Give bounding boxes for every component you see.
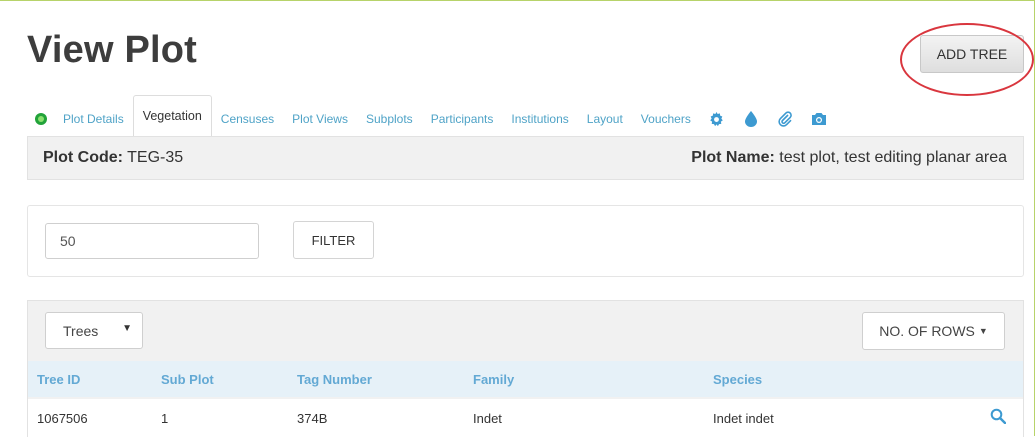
rows-per-page-button[interactable]: NO. OF ROWS ▼: [862, 312, 1005, 350]
tab-vegetation[interactable]: Vegetation: [132, 95, 212, 136]
search-icon[interactable]: [990, 408, 1006, 424]
status-indicator-icon: [28, 102, 54, 136]
column-header-species[interactable]: Species: [713, 361, 762, 397]
record-type-select-value: Trees: [63, 322, 99, 339]
plot-code: Plot Code: TEG-35: [43, 149, 183, 167]
plot-name-value: test plot, test editing planar area: [779, 149, 1007, 166]
camera-icon[interactable]: [802, 102, 836, 136]
cell-tag-number: 374B: [297, 410, 328, 426]
record-type-select[interactable]: Trees ▼: [45, 312, 143, 349]
cell-tree-id: 1067506: [37, 410, 88, 426]
plot-info-bar: Plot Code: TEG-35 Plot Name: test plot, …: [27, 136, 1024, 180]
plot-name: Plot Name: test plot, test editing plana…: [691, 149, 1007, 167]
trees-table-panel: Trees ▼ NO. OF ROWS ▼ Tree ID Sub Plot T…: [27, 300, 1024, 437]
tab-censuses[interactable]: Censuses: [212, 102, 283, 136]
page-title: View Plot: [27, 29, 198, 71]
tab-layout[interactable]: Layout: [578, 102, 632, 136]
filter-panel: 50 FILTER: [27, 205, 1024, 277]
tab-plot-details[interactable]: Plot Details: [54, 102, 133, 136]
caret-down-icon: ▼: [122, 323, 132, 334]
plot-tabs: Plot Details Vegetation Censuses Plot Vi…: [28, 95, 1024, 136]
paperclip-icon[interactable]: [768, 102, 802, 136]
tab-subplots[interactable]: Subplots: [357, 102, 422, 136]
tab-institutions[interactable]: Institutions: [502, 102, 577, 136]
cell-family: Indet: [473, 410, 502, 426]
caret-down-icon: ▼: [978, 326, 988, 336]
tab-plot-views[interactable]: Plot Views: [283, 102, 357, 136]
column-header-family[interactable]: Family: [473, 361, 514, 397]
filter-button[interactable]: FILTER: [293, 221, 374, 259]
filter-input[interactable]: 50: [45, 223, 259, 259]
cell-species: Indet indet: [713, 410, 774, 426]
plot-code-value: TEG-35: [127, 149, 184, 166]
column-header-tree-id[interactable]: Tree ID: [37, 361, 80, 397]
table-row[interactable]: 1067506 1 374B Indet Indet indet: [28, 399, 1023, 437]
add-tree-button[interactable]: ADD TREE: [920, 35, 1024, 73]
plot-code-label: Plot Code:: [43, 149, 123, 166]
cell-sub-plot: 1: [161, 410, 169, 426]
column-header-tag-number[interactable]: Tag Number: [297, 361, 372, 397]
tab-participants[interactable]: Participants: [422, 102, 503, 136]
rows-per-page-label: NO. OF ROWS: [879, 323, 975, 339]
water-drop-icon[interactable]: [734, 102, 768, 136]
tab-vouchers[interactable]: Vouchers: [632, 102, 700, 136]
plot-name-label: Plot Name:: [691, 149, 775, 166]
table-header: Tree ID Sub Plot Tag Number Family Speci…: [28, 361, 1023, 397]
gear-icon[interactable]: [700, 102, 734, 136]
column-header-sub-plot[interactable]: Sub Plot: [161, 361, 214, 397]
